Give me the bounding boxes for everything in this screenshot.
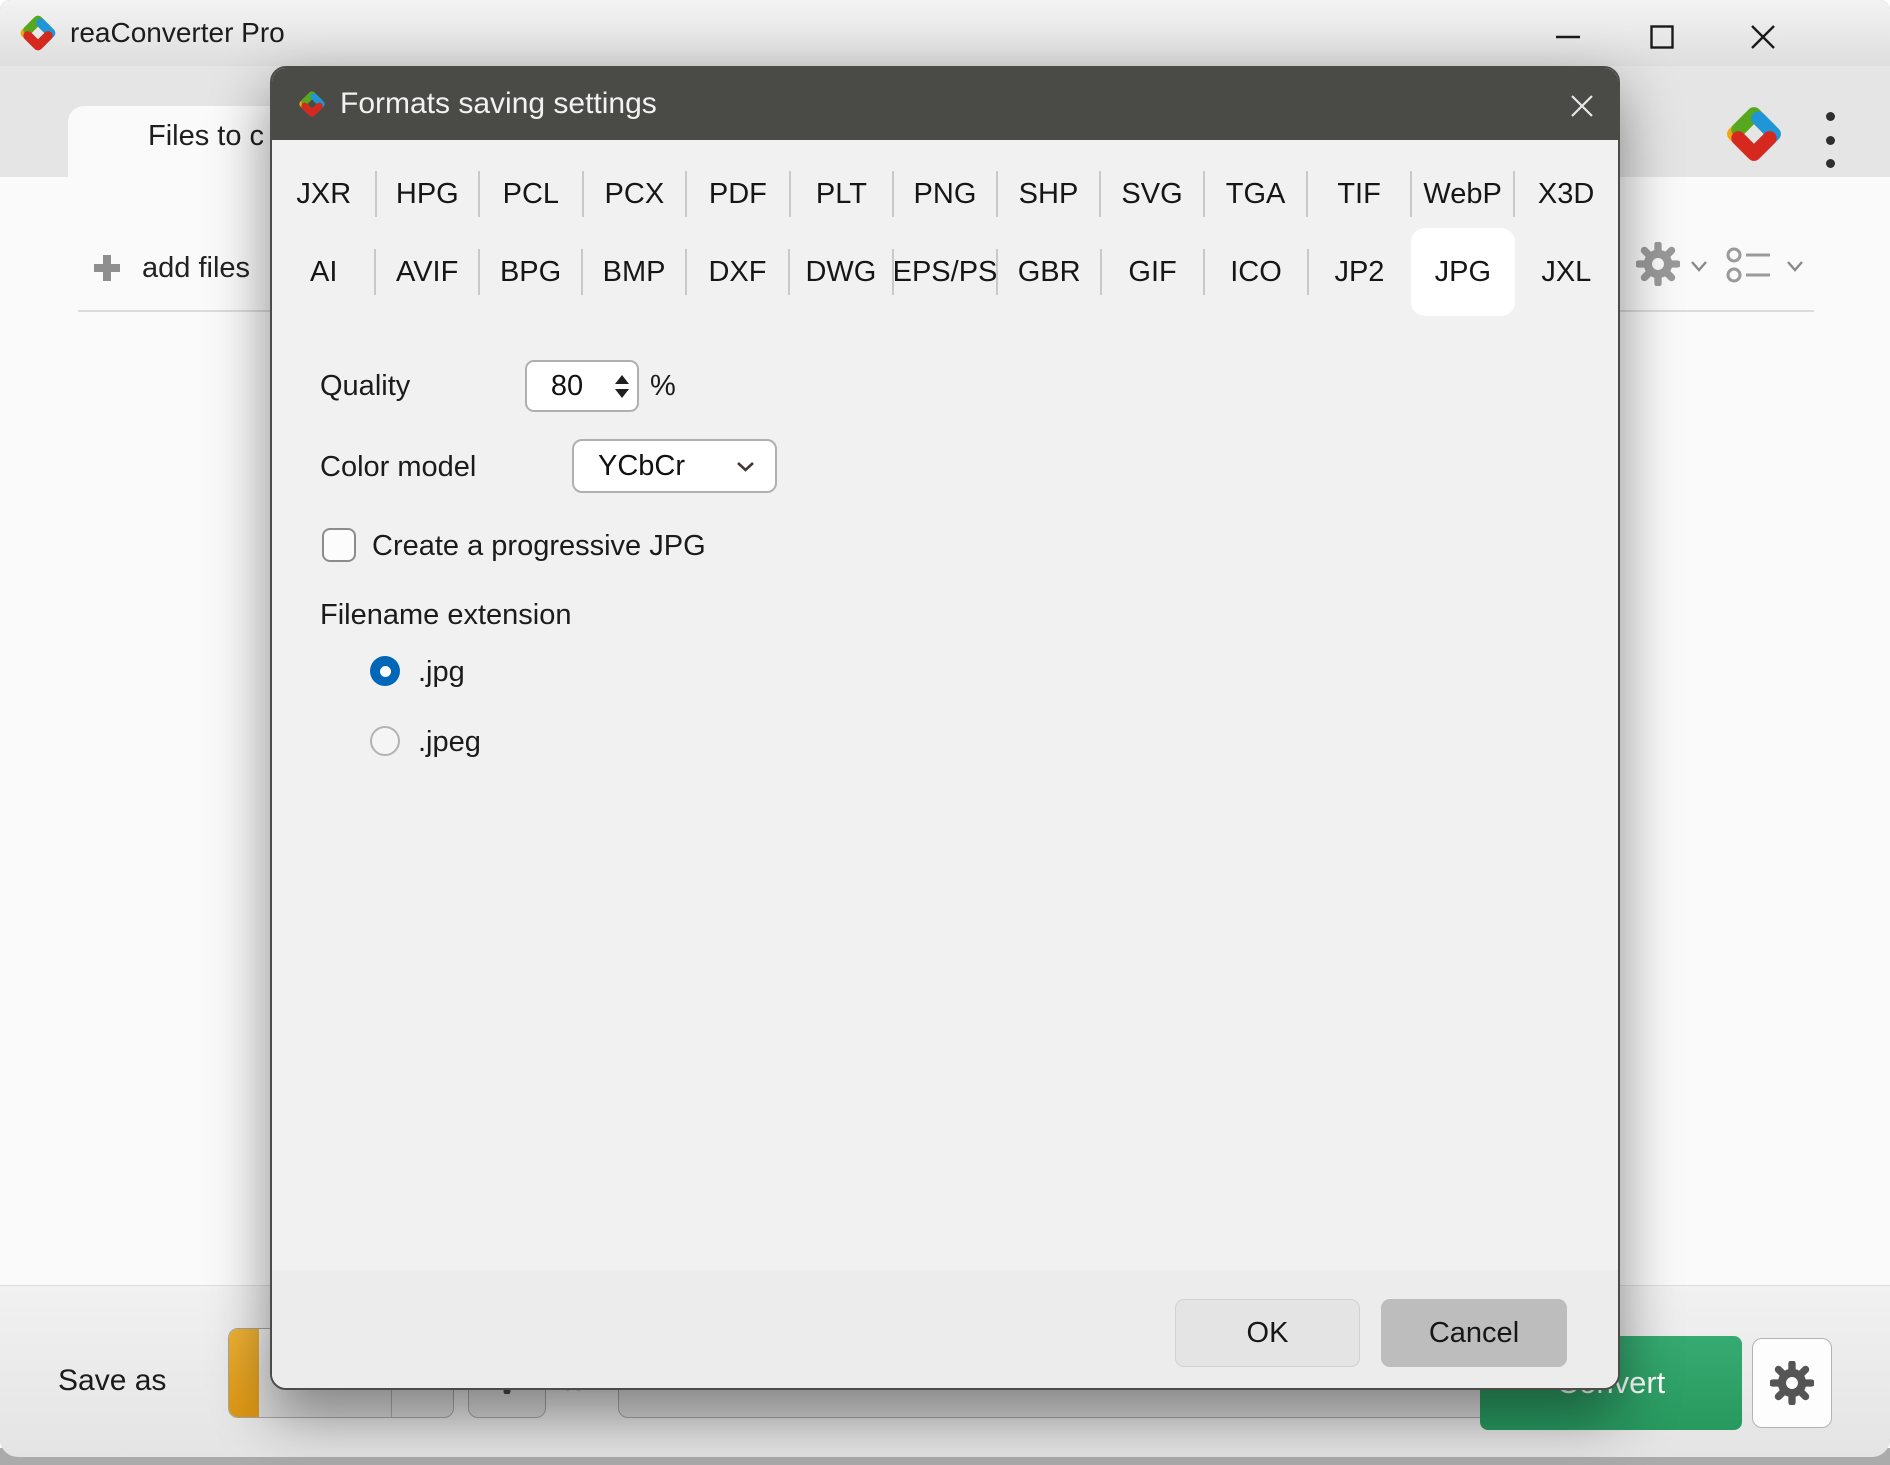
gear-icon [1770,1361,1814,1405]
spinner-up-icon[interactable] [615,375,629,384]
formats-saving-settings-dialog: Formats saving settings JXR HPG PCL PCX … [270,66,1620,1390]
color-model-label: Color model [320,451,476,484]
kebab-menu-icon [1826,136,1835,145]
radio-jpeg[interactable] [370,726,400,756]
format-tab[interactable]: SHP [997,154,1101,234]
format-tab[interactable]: PCX [583,154,687,234]
window-close-button[interactable] [1739,14,1787,60]
format-tab[interactable]: HPG [376,154,480,234]
color-model-value: YCbCr [598,450,736,483]
format-tab[interactable]: AVIF [375,232,478,312]
format-tab[interactable]: DWG [789,232,892,312]
format-tab[interactable]: BPG [479,232,582,312]
format-tab[interactable]: PDF [686,154,790,234]
save-as-label: Save as [58,1364,166,1398]
format-tab-row-1: JXR HPG PCL PCX PDF PLT PNG SHP SVG TGA … [272,154,1618,234]
format-tab[interactable]: BMP [582,232,685,312]
format-tab[interactable]: TIF [1307,154,1411,234]
plus-icon [92,253,122,283]
radio-jpg-label: .jpg [418,656,465,689]
minimize-icon [1556,35,1580,39]
format-tab[interactable]: GIF [1101,232,1204,312]
dialog-close-button[interactable] [1562,88,1602,124]
format-tab[interactable]: JXR [272,154,376,234]
format-tab-row-2: AI AVIF BPG BMP DXF DWG EPS/PS GBR GIF I… [272,232,1618,312]
format-tab[interactable]: PCL [479,154,583,234]
window-titlebar: reaConverter Pro [0,0,1890,66]
format-tab[interactable]: SVG [1100,154,1204,234]
format-tab[interactable]: ICO [1204,232,1307,312]
kebab-menu-icon [1826,159,1835,168]
window-title: reaConverter Pro [70,0,285,66]
format-tab-jpg-selected[interactable]: JPG [1411,228,1514,316]
format-tab[interactable]: TGA [1204,154,1308,234]
list-options-icon[interactable] [1726,246,1774,284]
chevron-down-icon[interactable] [1786,260,1804,272]
screen: reaConverter Pro Files to c [0,0,1890,1465]
add-files-button[interactable]: add files [92,240,250,296]
brand-logo-icon [1720,100,1788,168]
minimize-button[interactable] [1544,14,1592,60]
close-icon [1751,25,1775,49]
gear-icon[interactable] [1636,242,1680,286]
dialog-footer: OK Cancel [272,1270,1618,1388]
radio-jpeg-label: .jpeg [418,726,481,759]
format-tab[interactable]: X3D [1514,154,1618,234]
kebab-menu-icon [1826,112,1835,121]
color-model-select[interactable]: YCbCr [572,439,777,493]
ok-button[interactable]: OK [1175,1299,1360,1367]
maximize-button[interactable] [1638,14,1686,60]
app-logo-icon [296,88,328,120]
format-tab[interactable]: EPS/PS [893,232,998,312]
app-logo-icon [16,11,60,55]
close-icon [1570,94,1594,118]
cancel-button[interactable]: Cancel [1381,1299,1567,1367]
format-tab[interactable]: PLT [790,154,894,234]
format-tab[interactable]: WebP [1411,154,1515,234]
quality-value: 80 [527,370,607,403]
format-tab[interactable]: JXL [1515,232,1618,312]
chevron-down-icon [736,461,755,472]
maximize-icon [1650,25,1674,49]
format-tab[interactable]: GBR [997,232,1100,312]
format-tab[interactable]: AI [272,232,375,312]
format-tab[interactable]: JP2 [1308,232,1411,312]
filename-extension-label: Filename extension [320,599,571,632]
spinner-down-icon[interactable] [615,389,629,398]
chevron-down-icon[interactable] [1690,260,1708,272]
format-color-cap [229,1329,259,1417]
kebab-menu-button[interactable] [1820,110,1840,170]
progressive-checkbox[interactable] [322,528,356,562]
format-tab[interactable]: PNG [893,154,997,234]
settings-button[interactable] [1752,1338,1832,1428]
radio-jpg[interactable] [370,656,400,686]
progressive-label: Create a progressive JPG [372,530,706,563]
dialog-titlebar: Formats saving settings [272,68,1618,140]
add-files-label: add files [142,252,250,285]
dialog-title: Formats saving settings [340,68,657,140]
format-tab[interactable]: DXF [686,232,789,312]
quality-unit: % [650,370,676,403]
files-tab-label: Files to c [148,120,264,153]
quality-input[interactable]: 80 [525,360,639,412]
quality-label: Quality [320,370,410,403]
